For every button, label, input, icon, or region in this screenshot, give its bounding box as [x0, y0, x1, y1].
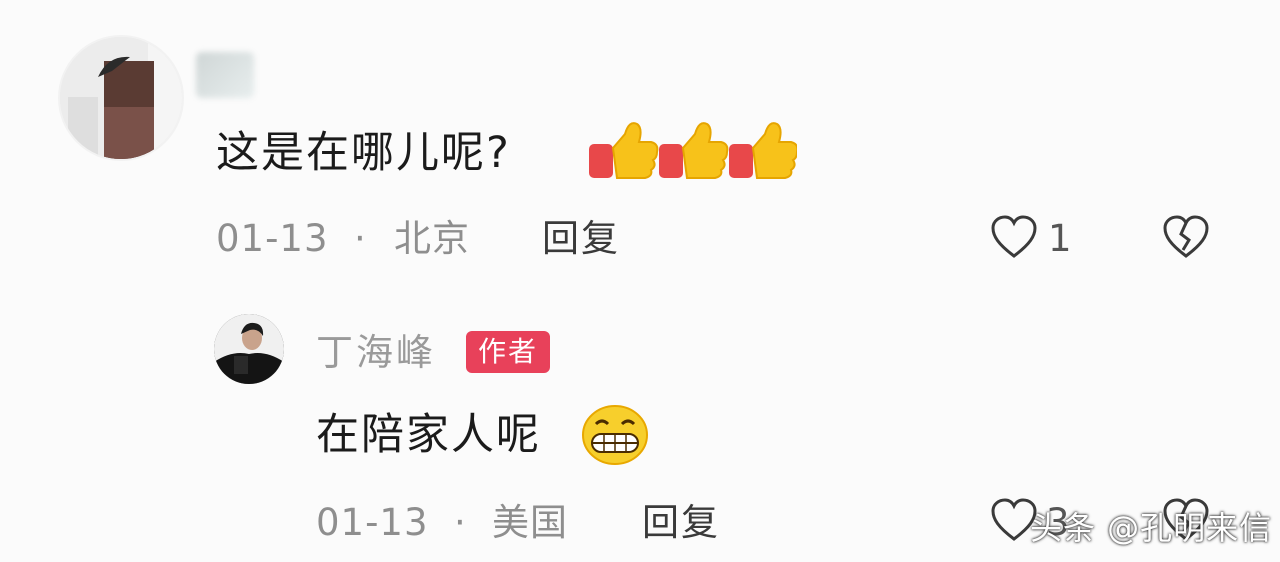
like-count: 1	[1048, 217, 1072, 260]
commenter-username-blurred[interactable]	[196, 52, 254, 98]
comment-text: 这是在哪儿呢?	[216, 128, 511, 178]
thumbs-up-icon	[659, 122, 729, 179]
author-avatar[interactable]	[214, 314, 284, 384]
reply-button[interactable]: 回复	[642, 504, 720, 541]
comment-date: 01-13	[216, 217, 329, 260]
reply-text: 在陪家人呢	[316, 410, 541, 460]
grinning-face-icon	[580, 404, 650, 466]
author-badge: 作者	[466, 331, 551, 373]
reply-date: 01-13	[316, 501, 429, 544]
reply-location: 美国	[492, 501, 568, 544]
dislike-broken-heart-icon[interactable]	[1162, 214, 1210, 260]
commenter-avatar[interactable]	[58, 35, 184, 161]
meta-separator: ·	[454, 501, 467, 544]
thumbs-up-emoji-group	[587, 118, 799, 184]
source-watermark: 头条 @孔明来信	[1030, 509, 1273, 547]
meta-separator: ·	[354, 217, 367, 260]
thumbs-up-icon	[729, 122, 799, 179]
author-name[interactable]: 丁海峰	[316, 334, 436, 371]
like-heart-icon[interactable]	[990, 214, 1038, 260]
thumbs-up-icon	[589, 122, 659, 179]
reply-button[interactable]: 回复	[542, 220, 620, 257]
comment-location: 北京	[394, 217, 470, 260]
